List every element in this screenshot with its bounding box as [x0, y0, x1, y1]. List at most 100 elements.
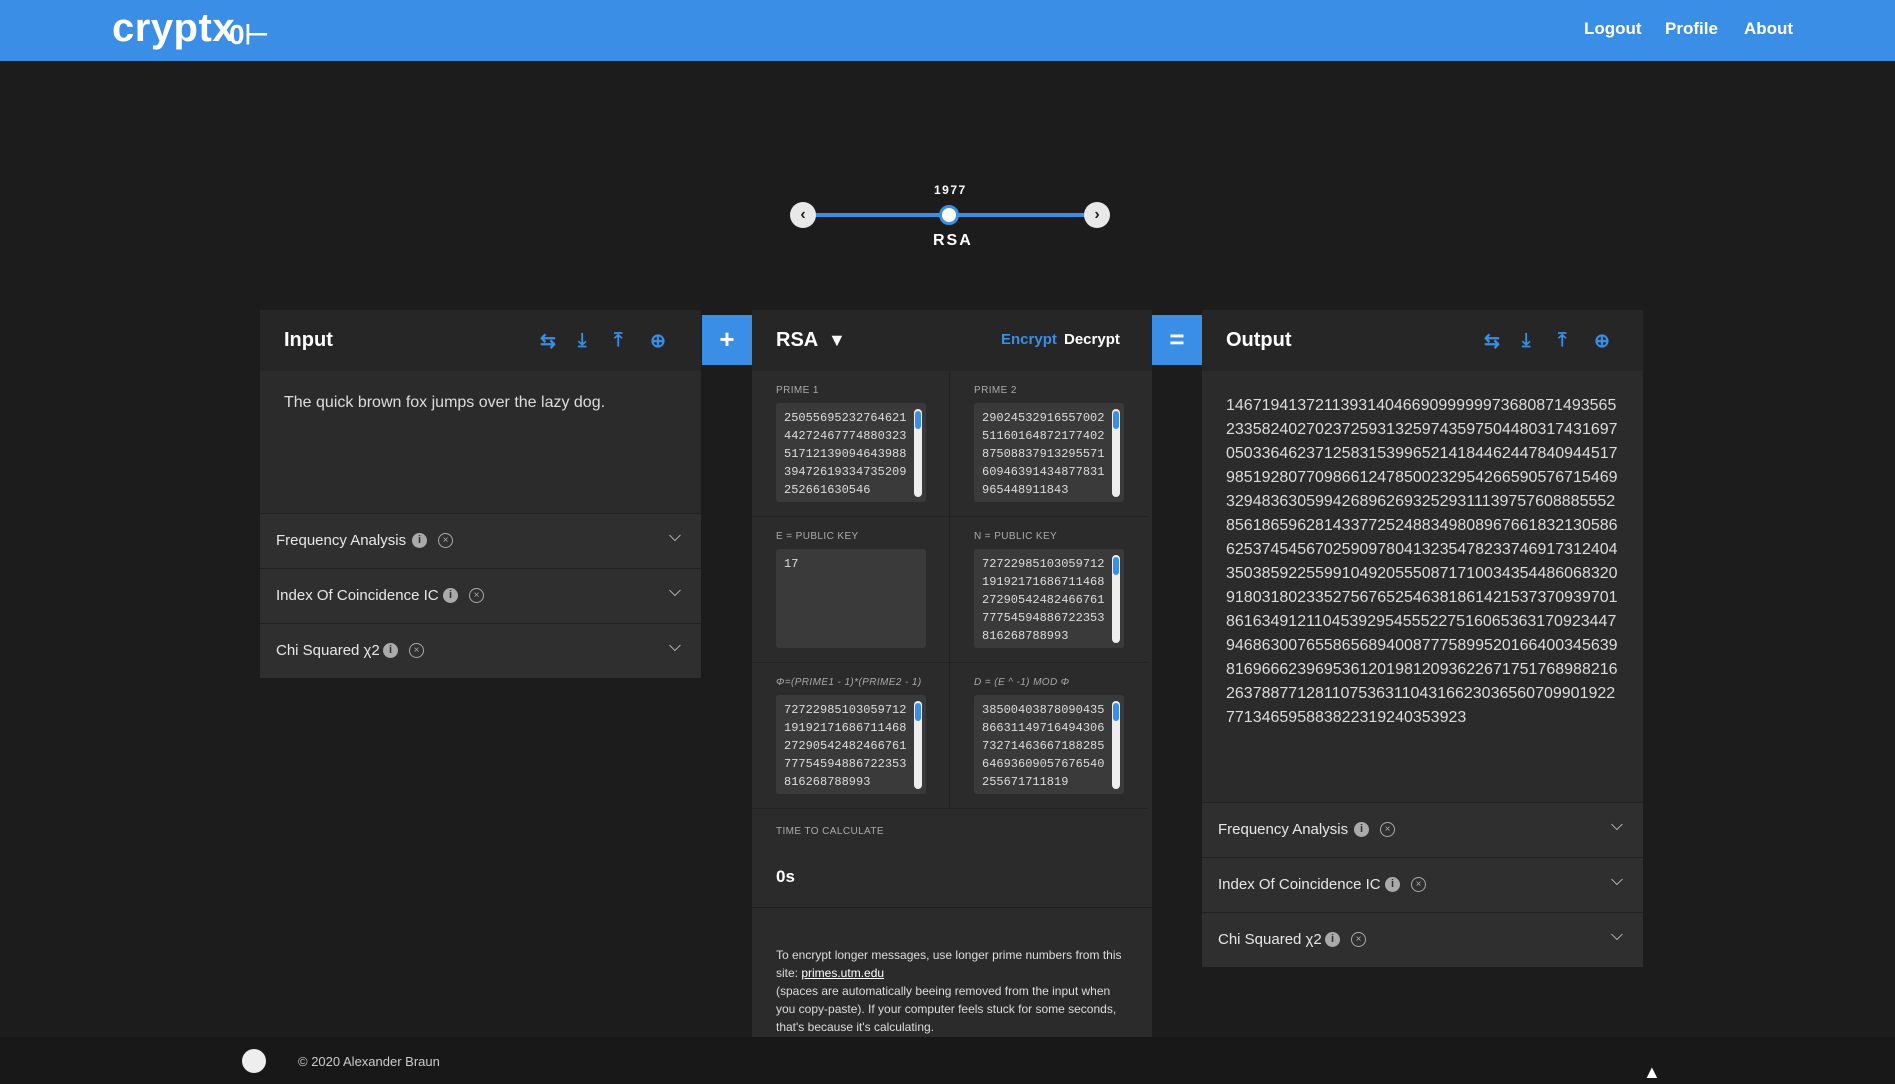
prime1-textarea[interactable]: 2505569523276462144272467774880323517121…	[776, 403, 926, 502]
accordion-frequency-analysis[interactable]: Frequency Analysis i × ⌵	[1202, 802, 1643, 857]
remove-icon[interactable]: ×	[1380, 822, 1395, 837]
prime2-textarea[interactable]: 2902453291655700251160164872177402875088…	[974, 403, 1124, 502]
output-panel-header: Output ⇆ ⤓ ⤒ ⊕	[1202, 310, 1643, 371]
accordion-label: Frequency Analysis	[276, 532, 407, 549]
upload-icon[interactable]: ⤒	[1558, 330, 1566, 352]
d-textarea[interactable]: 3850040387809043586631149716494306732714…	[974, 695, 1124, 794]
download-icon[interactable]: ⤓	[578, 330, 586, 352]
e-cell: E = PUBLIC KEY 17	[752, 517, 950, 663]
phi-textarea[interactable]: 7272298510305971219192171686711468272905…	[776, 695, 926, 794]
phi-cell: Φ=(PRIME1 - 1)*(PRIME2 - 1) 727229851030…	[752, 663, 950, 809]
cipher-name[interactable]: RSA	[776, 329, 818, 352]
swap-icon[interactable]: ⇆	[1484, 330, 1500, 353]
accordion-label: Chi Squared χ2	[1218, 931, 1322, 948]
note-part-2: (spaces are automatically beeing removed…	[776, 984, 1117, 1034]
decrypt-toggle[interactable]: Decrypt	[1064, 331, 1120, 348]
upload-icon[interactable]: ⤒	[614, 330, 622, 352]
prime2-label: PRIME 2	[974, 385, 1017, 396]
remove-icon[interactable]: ×	[469, 588, 484, 603]
accordion-index-of-coincidence[interactable]: Index Of Coincidence IC i × ⌵	[1202, 857, 1643, 912]
remove-icon[interactable]: ×	[1351, 932, 1366, 947]
timeline-next-button[interactable]: ›	[1084, 202, 1110, 228]
timeline-cipher-name: RSA	[933, 232, 973, 249]
prime1-label: PRIME 1	[776, 385, 819, 396]
chevron-down-icon[interactable]: ⌵	[1611, 872, 1623, 890]
info-icon[interactable]: i	[443, 588, 458, 603]
chevron-down-icon[interactable]: ⌵	[669, 583, 681, 601]
chevron-down-icon[interactable]: ⌵	[1611, 817, 1623, 835]
about-link[interactable]: About	[1744, 19, 1793, 39]
accordion-label: Index Of Coincidence IC	[276, 587, 439, 604]
phi-label: Φ=(PRIME1 - 1)*(PRIME2 - 1)	[776, 677, 922, 688]
accordion-label: Index Of Coincidence IC	[1218, 876, 1381, 893]
input-title: Input	[284, 329, 333, 351]
key-icon: 0⊢	[229, 19, 269, 50]
d-cell: D = (E ^ -1) MOD Φ 385004038780904358663…	[950, 663, 1148, 809]
scrollbar[interactable]	[914, 409, 922, 497]
e-textarea[interactable]: 17	[776, 549, 926, 648]
note-text: To encrypt longer messages, use longer p…	[776, 946, 1131, 1036]
input-panel-header: Input ⇆ ⤓ ⤒ ⊕	[260, 310, 701, 371]
timeline-prev-button[interactable]: ‹	[790, 202, 816, 228]
caret-down-icon[interactable]: ▼	[828, 330, 846, 351]
add-circle-icon[interactable]: ⊕	[1594, 330, 1610, 353]
info-icon[interactable]: i	[1325, 932, 1340, 947]
input-textarea[interactable]: The quick brown fox jumps over the lazy …	[284, 394, 605, 412]
timeline-current-dot[interactable]	[939, 205, 959, 225]
d-label: D = (E ^ -1) MOD Φ	[974, 677, 1070, 688]
scrollbar-thumb[interactable]	[1113, 557, 1119, 575]
chevron-down-icon[interactable]: ⌵	[669, 528, 681, 546]
accordion-index-of-coincidence[interactable]: Index Of Coincidence IC i × ⌵	[260, 568, 701, 623]
accordion-label: Chi Squared χ2	[276, 642, 380, 659]
copyright-text: © 2020 Alexander Braun	[298, 1054, 440, 1069]
info-icon[interactable]: i	[1354, 822, 1369, 837]
e-value: 17	[784, 557, 799, 571]
info-icon[interactable]: i	[1385, 877, 1400, 892]
remove-icon[interactable]: ×	[1411, 877, 1426, 892]
primes-link[interactable]: primes.utm.edu	[801, 966, 884, 980]
n-cell: N = PUBLIC KEY 7272298510305971219192171…	[950, 517, 1148, 663]
rsa-panel-header: RSA ▼ Encrypt Decrypt	[752, 310, 1152, 371]
footer: © 2020 Alexander Braun	[0, 1037, 1895, 1084]
chevron-down-icon[interactable]: ⌵	[1611, 927, 1623, 945]
github-icon[interactable]	[242, 1049, 266, 1073]
scrollbar[interactable]	[1112, 409, 1120, 497]
output-textarea[interactable]: 1467194137211393140466909999997368087149…	[1226, 394, 1621, 730]
encrypt-toggle[interactable]: Encrypt	[1001, 331, 1057, 348]
scrollbar-thumb[interactable]	[1113, 703, 1119, 721]
profile-link[interactable]: Profile	[1665, 19, 1718, 39]
swap-icon[interactable]: ⇆	[540, 330, 556, 353]
mouse-cursor-icon: ▲	[1643, 1062, 1661, 1082]
scrollbar[interactable]	[914, 701, 922, 789]
accordion-label: Frequency Analysis	[1218, 821, 1349, 838]
logout-link[interactable]: Logout	[1584, 19, 1642, 39]
scrollbar-thumb[interactable]	[915, 411, 921, 429]
add-cipher-button[interactable]: +	[702, 315, 752, 365]
info-icon[interactable]: i	[383, 643, 398, 658]
scrollbar-thumb[interactable]	[915, 703, 921, 721]
accordion-chi-squared[interactable]: Chi Squared χ2 i × ⌵	[260, 623, 701, 678]
accordion-frequency-analysis[interactable]: Frequency Analysis i × ⌵	[260, 513, 701, 568]
prime1-value: 2505569523276462144272467774880323517121…	[784, 411, 907, 497]
ttc-label: TIME TO CALCULATE	[776, 826, 884, 837]
n-value: 7272298510305971219192171686711468272905…	[982, 557, 1105, 643]
chevron-down-icon[interactable]: ⌵	[669, 638, 681, 656]
e-label: E = PUBLIC KEY	[776, 531, 859, 542]
equals-button[interactable]: =	[1152, 315, 1202, 365]
download-icon[interactable]: ⤓	[1522, 330, 1530, 352]
info-icon[interactable]: i	[412, 533, 427, 548]
n-textarea[interactable]: 7272298510305971219192171686711468272905…	[974, 549, 1124, 648]
d-value: 3850040387809043586631149716494306732714…	[982, 703, 1105, 789]
phi-value: 7272298510305971219192171686711468272905…	[784, 703, 907, 789]
scrollbar[interactable]	[1112, 555, 1120, 643]
brand-logo[interactable]: cryptx	[112, 6, 235, 51]
scrollbar[interactable]	[1112, 701, 1120, 789]
remove-icon[interactable]: ×	[409, 643, 424, 658]
remove-icon[interactable]: ×	[438, 533, 453, 548]
prime2-value: 2902453291655700251160164872177402875088…	[982, 411, 1105, 497]
output-panel: Output ⇆ ⤓ ⤒ ⊕ 1467194137211393140466909…	[1202, 310, 1643, 967]
input-panel: Input ⇆ ⤓ ⤒ ⊕ The quick brown fox jumps …	[260, 310, 701, 678]
scrollbar-thumb[interactable]	[1113, 411, 1119, 429]
add-circle-icon[interactable]: ⊕	[650, 330, 666, 353]
accordion-chi-squared[interactable]: Chi Squared χ2 i × ⌵	[1202, 912, 1643, 967]
